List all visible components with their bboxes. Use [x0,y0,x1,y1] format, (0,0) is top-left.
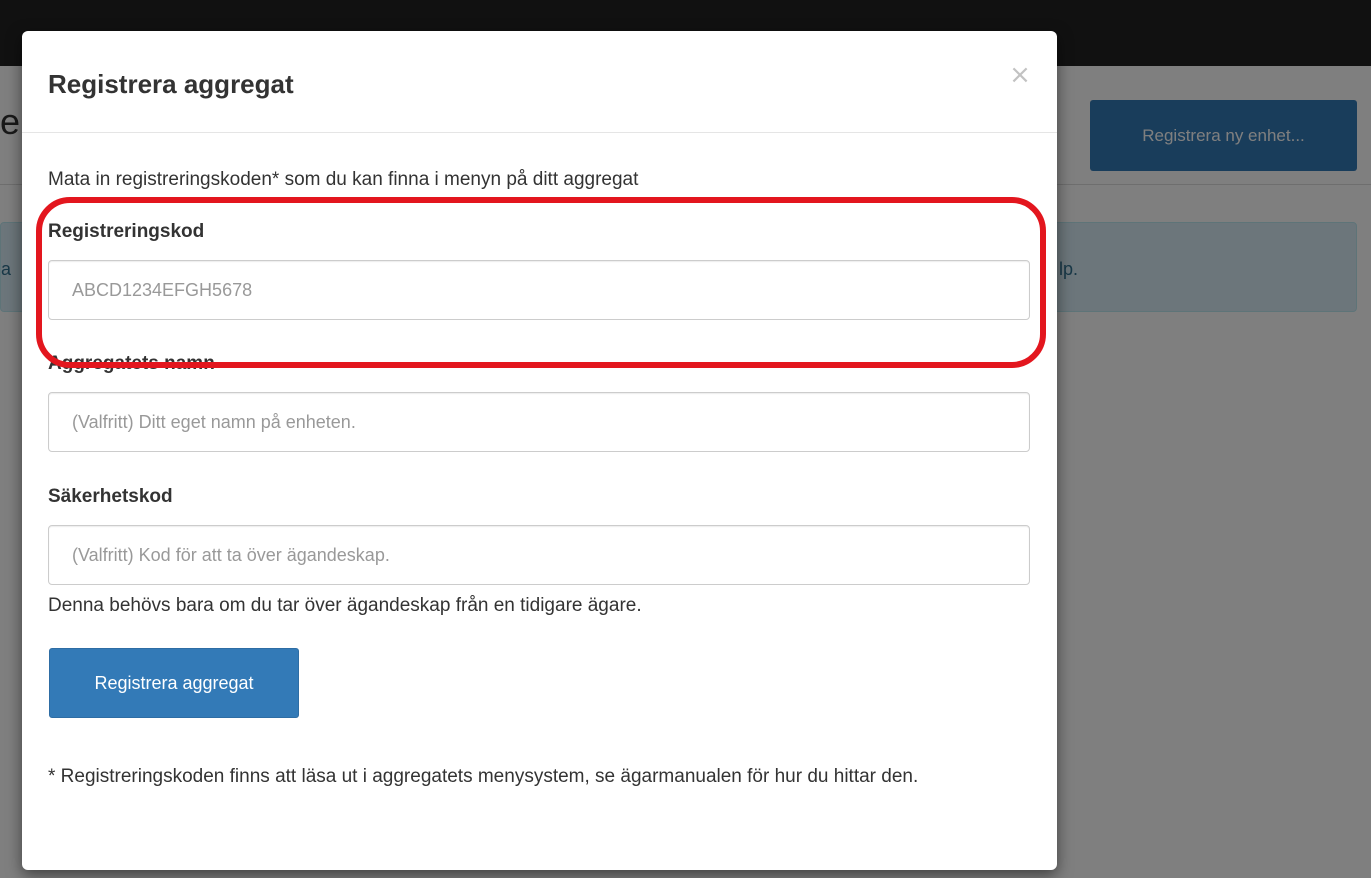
footnote-text: * Registreringskoden finns att läsa ut i… [48,766,919,787]
register-unit-dialog: Registrera aggregat × Mata in registreri… [22,31,1057,870]
dialog-intro-text: Mata in registreringskoden* som du kan f… [48,169,639,190]
dialog-header: Registrera aggregat × [22,31,1057,133]
security-code-help-text: Denna behövs bara om du tar över ägandes… [48,595,642,616]
registration-code-input[interactable] [48,260,1030,320]
unit-name-input[interactable] [48,392,1030,452]
registration-code-label: Registreringskod [48,221,205,242]
unit-name-label: Aggregatets namn [48,353,215,374]
security-code-label: Säkerhetskod [48,486,173,507]
close-icon[interactable]: × [1008,61,1032,89]
security-code-input[interactable] [48,525,1030,585]
register-unit-button[interactable]: Registrera aggregat [49,648,299,718]
dialog-title: Registrera aggregat [48,69,294,99]
